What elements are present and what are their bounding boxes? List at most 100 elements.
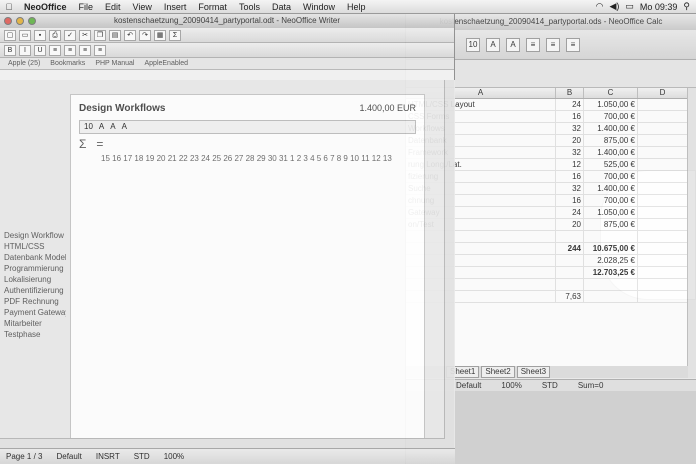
cell-d[interactable] bbox=[638, 219, 688, 230]
cell-b[interactable]: 7,63 bbox=[556, 291, 584, 302]
cell-c[interactable]: 1.400,00 € bbox=[584, 183, 638, 194]
column-b-header[interactable]: B bbox=[556, 88, 584, 98]
justify-icon[interactable]: ≡ bbox=[94, 44, 106, 56]
cut-icon[interactable]: ✂ bbox=[79, 29, 91, 41]
cell-c[interactable]: 1.050,00 € bbox=[584, 207, 638, 218]
bold-icon[interactable]: B bbox=[4, 44, 16, 56]
zoom-window-icon[interactable] bbox=[28, 17, 36, 25]
cell-d[interactable] bbox=[638, 183, 688, 194]
tab-sheet2[interactable]: Sheet2 bbox=[481, 366, 515, 378]
cell-b[interactable] bbox=[556, 267, 584, 278]
cell-d[interactable] bbox=[638, 207, 688, 218]
align-center-icon[interactable]: ≡ bbox=[64, 44, 76, 56]
bookmark-item[interactable]: Bookmarks bbox=[50, 58, 85, 69]
menu-tools[interactable]: Tools bbox=[233, 2, 266, 12]
calc-status-zoom[interactable]: 100% bbox=[501, 380, 521, 391]
cell-c[interactable]: 1.400,00 € bbox=[584, 147, 638, 158]
undo-icon[interactable]: ↶ bbox=[124, 29, 136, 41]
cell-c[interactable]: 12.703,25 € bbox=[584, 267, 638, 278]
status-zoom[interactable]: 100% bbox=[164, 449, 184, 464]
cell-d[interactable] bbox=[638, 147, 688, 158]
apple-icon[interactable]:  bbox=[0, 2, 18, 12]
cell-d[interactable] bbox=[638, 267, 688, 278]
align-left-icon[interactable]: ≡ bbox=[526, 37, 540, 52]
underline-icon[interactable]: A bbox=[122, 121, 127, 133]
cell-b[interactable]: 24 bbox=[556, 207, 584, 218]
align-right-icon[interactable]: ≡ bbox=[79, 44, 91, 56]
minimize-window-icon[interactable] bbox=[16, 17, 24, 25]
cell-d[interactable] bbox=[638, 195, 688, 206]
italic-icon[interactable]: I bbox=[19, 44, 31, 56]
italic-icon[interactable]: A bbox=[110, 121, 115, 133]
cell-d[interactable] bbox=[638, 99, 688, 110]
cell-c[interactable]: 1.050,00 € bbox=[584, 99, 638, 110]
writer-horizontal-scrollbar[interactable] bbox=[0, 438, 445, 448]
bookmark-item[interactable]: AppleEnabled bbox=[144, 58, 188, 69]
cell-c[interactable]: 10.675,00 € bbox=[584, 243, 638, 254]
menu-file[interactable]: File bbox=[73, 2, 100, 12]
print-icon[interactable]: ⎙ bbox=[49, 29, 61, 41]
cell-d[interactable] bbox=[638, 231, 688, 242]
cell-d[interactable] bbox=[638, 135, 688, 146]
clock[interactable]: Mo 09:39 bbox=[640, 2, 678, 12]
cell-b[interactable]: 12 bbox=[556, 159, 584, 170]
cell-c[interactable]: 700,00 € bbox=[584, 195, 638, 206]
menu-view[interactable]: View bbox=[127, 2, 158, 12]
cell-c[interactable]: 2.028,25 € bbox=[584, 255, 638, 266]
menu-edit[interactable]: Edit bbox=[99, 2, 127, 12]
bookmark-item[interactable]: Apple (25) bbox=[8, 58, 40, 69]
cell-c[interactable] bbox=[584, 279, 638, 290]
cell-c[interactable]: 875,00 € bbox=[584, 219, 638, 230]
cell-b[interactable]: 244 bbox=[556, 243, 584, 254]
tab-sheet3[interactable]: Sheet3 bbox=[516, 366, 551, 378]
underline-icon[interactable]: U bbox=[34, 44, 46, 56]
font-size-field[interactable]: 10 bbox=[466, 37, 480, 52]
menu-app-name[interactable]: NeoOffice bbox=[18, 2, 73, 12]
column-d-header[interactable]: D bbox=[638, 88, 688, 98]
cell-d[interactable] bbox=[638, 111, 688, 122]
cell-d[interactable] bbox=[638, 255, 688, 266]
cell-d[interactable] bbox=[638, 159, 688, 170]
cell-d[interactable] bbox=[638, 279, 688, 290]
cell-c[interactable]: 700,00 € bbox=[584, 111, 638, 122]
bold-icon[interactable]: A bbox=[486, 37, 500, 52]
menu-insert[interactable]: Insert bbox=[158, 2, 193, 12]
menu-data[interactable]: Data bbox=[266, 2, 297, 12]
cell-c[interactable]: 1.400,00 € bbox=[584, 123, 638, 134]
menu-window[interactable]: Window bbox=[297, 2, 341, 12]
align-right-icon[interactable]: ≡ bbox=[566, 37, 580, 52]
menu-help[interactable]: Help bbox=[341, 2, 372, 12]
align-center-icon[interactable]: ≡ bbox=[546, 37, 560, 52]
open-icon[interactable]: ▭ bbox=[19, 29, 31, 41]
redo-icon[interactable]: ↷ bbox=[139, 29, 151, 41]
cell-b[interactable]: 20 bbox=[556, 219, 584, 230]
cell-d[interactable] bbox=[638, 171, 688, 182]
cell-b[interactable]: 16 bbox=[556, 111, 584, 122]
cell-b[interactable]: 32 bbox=[556, 147, 584, 158]
cell-b[interactable]: 20 bbox=[556, 135, 584, 146]
close-window-icon[interactable] bbox=[4, 17, 12, 25]
align-left-icon[interactable]: ≡ bbox=[49, 44, 61, 56]
cell-b[interactable] bbox=[556, 279, 584, 290]
sum-icon[interactable]: Σ bbox=[169, 29, 181, 41]
table-icon[interactable]: ▦ bbox=[154, 29, 166, 41]
cell-b[interactable]: 16 bbox=[556, 171, 584, 182]
bookmark-item[interactable]: PHP Manual bbox=[95, 58, 134, 69]
cell-d[interactable] bbox=[638, 291, 688, 302]
cell-b[interactable]: 16 bbox=[556, 195, 584, 206]
cell-c[interactable] bbox=[584, 231, 638, 242]
calc-vertical-scrollbar[interactable] bbox=[687, 88, 696, 378]
cell-c[interactable] bbox=[584, 291, 638, 302]
cell-b[interactable] bbox=[556, 231, 584, 242]
calc-status-std[interactable]: STD bbox=[542, 380, 558, 391]
writer-vertical-scrollbar[interactable] bbox=[444, 80, 454, 448]
italic-icon[interactable]: A bbox=[506, 37, 520, 52]
status-insert-mode[interactable]: INSRT bbox=[96, 449, 120, 464]
menu-format[interactable]: Format bbox=[192, 2, 233, 12]
spotlight-icon[interactable]: ⚲ bbox=[683, 1, 690, 12]
cell-d[interactable] bbox=[638, 243, 688, 254]
paste-icon[interactable]: ▤ bbox=[109, 29, 121, 41]
volume-icon[interactable]: ◀) bbox=[609, 1, 619, 12]
cell-c[interactable]: 875,00 € bbox=[584, 135, 638, 146]
spellcheck-icon[interactable]: ✓ bbox=[64, 29, 76, 41]
